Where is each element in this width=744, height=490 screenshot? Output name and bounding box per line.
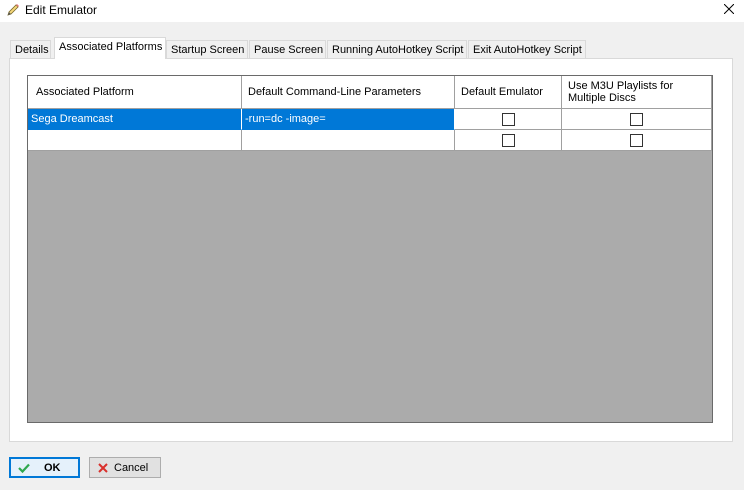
- tab-label: Startup Screen: [171, 44, 245, 56]
- default-emulator-cell[interactable]: [455, 109, 562, 130]
- tab-exit-autohotkey-script[interactable]: Exit AutoHotkey Script: [468, 40, 586, 59]
- title-bar: Edit Emulator: [0, 0, 744, 22]
- use-m3u-checkbox[interactable]: [630, 112, 643, 126]
- tab-label: Pause Screen: [254, 44, 324, 56]
- table-row[interactable]: [28, 130, 712, 151]
- close-icon: [723, 3, 735, 17]
- checkmark-icon: [18, 462, 30, 474]
- pencil-icon: [6, 3, 20, 17]
- column-header-default-command-line-parameters[interactable]: Default Command-Line Parameters: [242, 76, 455, 109]
- platforms-grid[interactable]: Associated Platform Default Command-Line…: [27, 75, 713, 423]
- column-header-associated-platform[interactable]: Associated Platform: [28, 76, 242, 109]
- use-m3u-cell[interactable]: [562, 109, 712, 130]
- default-emulator-cell[interactable]: [455, 130, 562, 151]
- tab-label: Details: [15, 44, 49, 56]
- cancel-button[interactable]: Cancel: [89, 457, 161, 478]
- default-emulator-checkbox[interactable]: [501, 112, 515, 126]
- close-button[interactable]: [714, 0, 744, 20]
- ok-button-label: OK: [44, 461, 61, 474]
- tab-details[interactable]: Details: [10, 40, 51, 59]
- parameters-cell[interactable]: [242, 130, 455, 151]
- tab-label: Running AutoHotkey Script: [332, 44, 464, 56]
- tab-running-autohotkey-script[interactable]: Running AutoHotkey Script: [327, 40, 467, 59]
- table-row[interactable]: Sega Dreamcast -run=dc -image=: [28, 109, 712, 130]
- tab-associated-platforms[interactable]: Associated Platforms: [54, 37, 166, 59]
- parameters-cell[interactable]: -run=dc -image=: [242, 109, 455, 130]
- cancel-button-label: Cancel: [114, 461, 149, 474]
- window-title: Edit Emulator: [25, 3, 98, 17]
- default-emulator-checkbox[interactable]: [501, 133, 515, 147]
- tab-startup-screen[interactable]: Startup Screen: [166, 40, 248, 59]
- use-m3u-cell[interactable]: [562, 130, 712, 151]
- tab-label: Exit AutoHotkey Script: [473, 44, 582, 56]
- column-header-use-m3u-playlists[interactable]: Use M3U Playlists for Multiple Discs: [562, 76, 712, 109]
- tab-pause-screen[interactable]: Pause Screen: [249, 40, 326, 59]
- platform-cell[interactable]: [28, 130, 242, 151]
- x-icon: [97, 462, 109, 474]
- ok-button[interactable]: OK: [9, 457, 80, 478]
- platform-cell[interactable]: Sega Dreamcast: [28, 109, 242, 130]
- grid-header: Associated Platform Default Command-Line…: [28, 76, 712, 109]
- tab-label: Associated Platforms: [59, 41, 163, 53]
- use-m3u-checkbox[interactable]: [630, 133, 643, 147]
- column-header-default-emulator[interactable]: Default Emulator: [455, 76, 562, 109]
